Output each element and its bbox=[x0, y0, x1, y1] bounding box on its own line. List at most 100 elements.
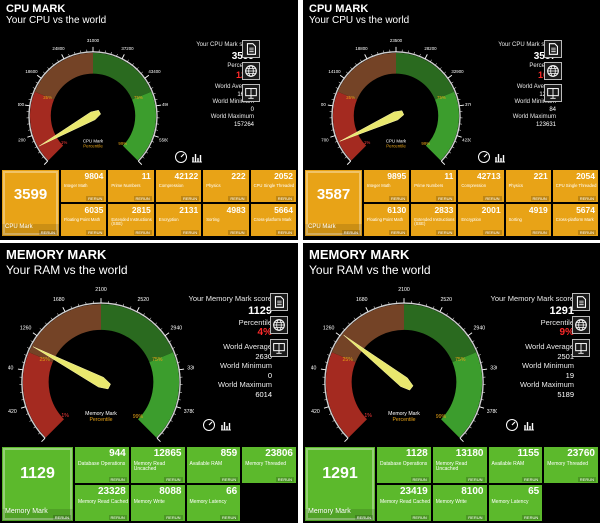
rerun-button[interactable]: RERUN bbox=[466, 515, 485, 520]
rerun-button[interactable]: RERUN bbox=[388, 196, 408, 201]
rerun-button[interactable]: RERUN bbox=[577, 477, 596, 482]
test-tile[interactable]: 2131 Encryption RERUN bbox=[155, 204, 202, 236]
test-tile[interactable]: 4919 Sorting RERUN bbox=[505, 204, 551, 236]
rerun-button[interactable]: RERUN bbox=[410, 515, 429, 520]
test-tile[interactable]: 9804 Integer Math RERUN bbox=[61, 170, 107, 202]
test-tile[interactable]: 6035 Floating Point Math RERUN bbox=[61, 204, 107, 236]
rerun-button[interactable]: RERUN bbox=[86, 196, 105, 201]
overall-score-tile[interactable]: 1291 Memory Mark RERUN bbox=[305, 447, 375, 521]
rerun-button[interactable]: RERUN bbox=[483, 196, 502, 201]
test-tile[interactable]: 11 Prime Numbers RERUN bbox=[411, 170, 457, 202]
test-tile[interactable]: 2001 Encryption RERUN bbox=[458, 204, 504, 236]
bar-chart-icon[interactable] bbox=[219, 418, 233, 432]
test-tile[interactable]: 6130 Floating Point Math RERUN bbox=[364, 204, 410, 236]
bar-chart-icon[interactable] bbox=[190, 150, 204, 164]
gauge-tick-mark bbox=[320, 368, 326, 371]
test-tile[interactable]: 8088 Memory Write RERUN bbox=[130, 485, 185, 521]
document-button[interactable] bbox=[242, 40, 260, 58]
rerun-button[interactable]: RERUN bbox=[522, 477, 541, 482]
test-tile[interactable]: 42122 Compression RERUN bbox=[155, 170, 202, 202]
compare-button[interactable] bbox=[270, 339, 288, 357]
test-tile[interactable]: 944 Database Operations RERUN bbox=[75, 447, 129, 483]
test-tile[interactable]: 23328 Memory Read Cached RERUN bbox=[75, 485, 129, 521]
test-tile[interactable]: 12865 Memory Read Uncached RERUN bbox=[130, 447, 185, 483]
test-tile[interactable]: 23760 Memory Threaded RERUN bbox=[544, 447, 598, 483]
rerun-button[interactable]: RERUN bbox=[522, 515, 541, 520]
test-tile[interactable]: 23806 Memory Threaded RERUN bbox=[242, 447, 296, 483]
test-tile[interactable]: 1155 Available RAM RERUN bbox=[488, 447, 543, 483]
test-tile[interactable]: 42713 Compression RERUN bbox=[458, 170, 504, 202]
test-tile[interactable]: 11 Prime Numbers RERUN bbox=[108, 170, 154, 202]
test-tile[interactable]: 5664 Cross-platform Mark RERUN bbox=[250, 204, 296, 236]
bar-chart-icon[interactable] bbox=[522, 418, 536, 432]
test-tile[interactable]: 13180 Memory Read Uncached RERUN bbox=[432, 447, 487, 483]
overall-score-tile[interactable]: 3599 CPU Mark RERUN bbox=[2, 170, 59, 236]
compare-button[interactable] bbox=[544, 84, 562, 102]
rerun-button[interactable]: RERUN bbox=[38, 230, 57, 235]
rerun-button[interactable]: RERUN bbox=[388, 230, 408, 235]
test-tile[interactable]: 221 Physics RERUN bbox=[505, 170, 551, 202]
overall-score-tile[interactable]: 1129 Memory Mark RERUN bbox=[2, 447, 73, 521]
rerun-button[interactable]: RERUN bbox=[86, 230, 105, 235]
rerun-button[interactable]: RERUN bbox=[180, 196, 200, 201]
rerun-button[interactable]: RERUN bbox=[436, 196, 455, 201]
globe-button[interactable] bbox=[572, 316, 590, 334]
test-tile[interactable]: 2815 Extended Instructions (SSE) RERUN bbox=[108, 204, 154, 236]
rerun-button[interactable]: RERUN bbox=[577, 196, 596, 201]
test-tile-value: 23328 bbox=[97, 486, 126, 497]
speedometer-icon[interactable] bbox=[505, 418, 519, 432]
test-tile[interactable]: 66 Memory Latency RERUN bbox=[186, 485, 241, 521]
test-tile[interactable]: 9895 Integer Math RERUN bbox=[364, 170, 410, 202]
globe-button[interactable] bbox=[270, 316, 288, 334]
test-tile[interactable]: 4983 Sorting RERUN bbox=[203, 204, 249, 236]
compare-button[interactable] bbox=[572, 339, 590, 357]
overall-score-tile[interactable]: 3587 CPU Mark RERUN bbox=[305, 170, 362, 236]
globe-button[interactable] bbox=[242, 62, 260, 80]
test-tile[interactable]: 2833 Extended Instructions (SSE) RERUN bbox=[411, 204, 457, 236]
speedometer-icon[interactable] bbox=[477, 150, 491, 164]
test-tile[interactable]: 8100 Memory Write RERUN bbox=[432, 485, 487, 521]
rerun-button[interactable]: RERUN bbox=[530, 230, 549, 235]
rerun-button[interactable]: RERUN bbox=[220, 515, 239, 520]
rerun-button[interactable]: RERUN bbox=[180, 230, 200, 235]
rerun-button[interactable]: RERUN bbox=[341, 230, 360, 235]
test-tile[interactable]: 23419 Memory Read Cached RERUN bbox=[377, 485, 431, 521]
compare-button[interactable] bbox=[242, 84, 260, 102]
rerun-button[interactable]: RERUN bbox=[108, 477, 127, 482]
bar-chart-icon[interactable] bbox=[493, 150, 507, 164]
rerun-button[interactable]: RERUN bbox=[577, 230, 596, 235]
rerun-button[interactable]: RERUN bbox=[530, 196, 549, 201]
rerun-button[interactable]: RERUN bbox=[275, 196, 294, 201]
rerun-button[interactable]: RERUN bbox=[275, 230, 294, 235]
rerun-button[interactable]: RERUN bbox=[354, 515, 373, 520]
world-minimum-label: World Minimum bbox=[514, 99, 556, 105]
test-tile[interactable]: 859 Available RAM RERUN bbox=[186, 447, 241, 483]
rerun-button[interactable]: RERUN bbox=[108, 515, 127, 520]
test-tile[interactable]: 65 Memory Latency RERUN bbox=[488, 485, 543, 521]
speedometer-icon[interactable] bbox=[202, 418, 216, 432]
rerun-button[interactable]: RERUN bbox=[133, 230, 152, 235]
test-tile[interactable]: 222 Physics RERUN bbox=[203, 170, 249, 202]
document-button[interactable] bbox=[544, 40, 562, 58]
rerun-button[interactable]: RERUN bbox=[220, 477, 239, 482]
rerun-button[interactable]: RERUN bbox=[436, 230, 455, 235]
rerun-button[interactable]: RERUN bbox=[133, 196, 152, 201]
speedometer-icon[interactable] bbox=[174, 150, 188, 164]
rerun-button[interactable]: RERUN bbox=[164, 515, 183, 520]
rerun-button[interactable]: RERUN bbox=[164, 477, 183, 482]
test-tile-value: 23806 bbox=[265, 448, 293, 459]
rerun-button[interactable]: RERUN bbox=[52, 515, 71, 520]
test-tile[interactable]: 5674 Cross-platform Mark RERUN bbox=[552, 204, 598, 236]
globe-button[interactable] bbox=[544, 62, 562, 80]
rerun-button[interactable]: RERUN bbox=[466, 477, 485, 482]
test-tile[interactable]: 2054 CPU Single Threaded RERUN bbox=[552, 170, 598, 202]
test-tile[interactable]: 1128 Database Operations RERUN bbox=[377, 447, 431, 483]
rerun-button[interactable]: RERUN bbox=[410, 477, 429, 482]
rerun-button[interactable]: RERUN bbox=[275, 477, 294, 482]
rerun-button[interactable]: RERUN bbox=[228, 196, 247, 201]
rerun-button[interactable]: RERUN bbox=[483, 230, 502, 235]
rerun-button[interactable]: RERUN bbox=[228, 230, 247, 235]
test-tile[interactable]: 2052 CPU Single Threaded RERUN bbox=[250, 170, 296, 202]
document-button[interactable] bbox=[572, 293, 590, 311]
document-button[interactable] bbox=[270, 293, 288, 311]
